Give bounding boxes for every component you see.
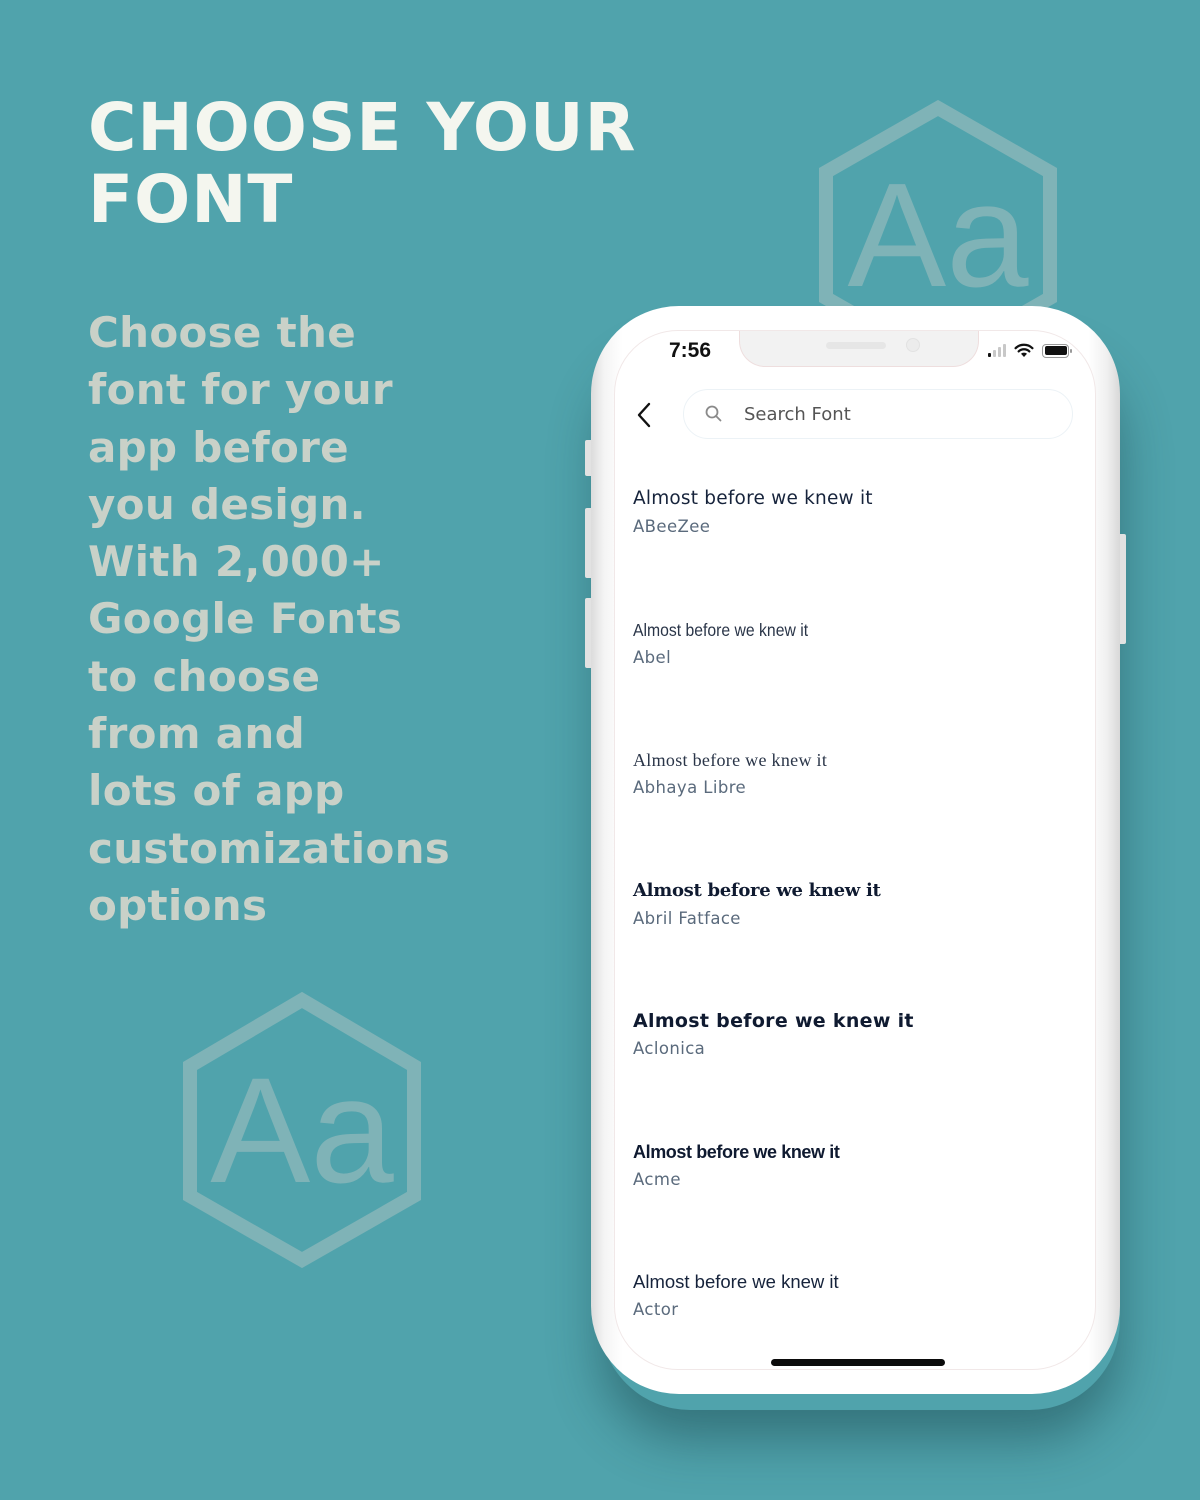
font-sample-text: Almost before we knew it [633, 750, 828, 770]
font-sample-text: Almost before we knew it [633, 1271, 839, 1292]
phone-notch [739, 331, 979, 367]
promo-description: Choose the font for your app before you … [88, 304, 450, 934]
font-sample-text: Almost before we knew it [633, 1010, 914, 1032]
blurb-line: With 2,000+ [88, 537, 385, 587]
font-list-item[interactable]: Almost before we knew it Abel [633, 617, 1073, 748]
status-time: 7:56 [669, 339, 712, 362]
speaker-grille [826, 342, 886, 349]
back-button[interactable] [631, 397, 657, 433]
font-list-item[interactable]: Almost before we knew it Actor [633, 1269, 1073, 1369]
font-list: Almost before we knew it ABeeZee Almost … [633, 486, 1073, 1369]
font-name: Abhaya Libre [633, 778, 747, 797]
search-bar[interactable] [683, 389, 1073, 439]
wifi-icon [1014, 343, 1034, 357]
blurb-line: Choose the [88, 308, 357, 357]
font-name: Abril Fatface [633, 908, 741, 928]
font-sample-text: Almost before we knew it [633, 1141, 840, 1162]
blurb-line: customizations [88, 823, 451, 873]
chevron-left-icon [637, 402, 651, 428]
font-name: Acme [633, 1169, 681, 1189]
status-icons [988, 343, 1072, 358]
aa-glyph: Aa [210, 1046, 394, 1214]
search-icon [705, 405, 722, 422]
search-input[interactable] [744, 403, 1044, 425]
aa-hexagon-icon: Aa [183, 992, 421, 1268]
font-name: Aclonica [633, 1039, 706, 1058]
font-name: Abel [633, 647, 672, 667]
font-list-item[interactable]: Almost before we knew it Abril Fatface [633, 878, 1073, 1009]
font-list-item[interactable]: Almost before we knew it Abhaya Libre [633, 747, 1073, 878]
blurb-line: Google Fonts [88, 594, 403, 644]
font-name: ABeeZee [633, 517, 711, 536]
font-sample-text: Almost before we knew it [633, 619, 809, 640]
font-list-item[interactable]: Almost before we knew it ABeeZee [633, 486, 1073, 617]
blurb-line: to choose [88, 651, 321, 701]
blurb-line: app before [88, 422, 349, 472]
blurb-line: lots of app [88, 766, 345, 816]
home-indicator[interactable] [771, 1359, 945, 1366]
headline-line: FONT [88, 161, 294, 238]
headline-line: CHOOSE YOUR [88, 89, 637, 166]
blurb-line: you design. [88, 479, 366, 529]
font-sample-text: Almost before we knew it [633, 488, 873, 509]
blurb-line: options [88, 880, 268, 930]
front-camera [906, 338, 920, 352]
font-name: Actor [633, 1300, 679, 1319]
font-list-item[interactable]: Almost before we knew it Aclonica [633, 1008, 1073, 1139]
aa-glyph: Aa [847, 153, 1029, 318]
blurb-line: font for your [88, 365, 393, 415]
cellular-signal-icon [988, 343, 1006, 357]
battery-icon [1042, 343, 1072, 358]
phone-screen: 7:56 Almost before we knew it ABeeZee Al… [614, 330, 1096, 1370]
font-sample-text: Almost before we knew it [633, 879, 881, 901]
font-list-item[interactable]: Almost before we knew it Acme [633, 1139, 1073, 1270]
blurb-line: from and [88, 709, 305, 759]
promo-headline: CHOOSE YOUR FONT [88, 92, 636, 236]
